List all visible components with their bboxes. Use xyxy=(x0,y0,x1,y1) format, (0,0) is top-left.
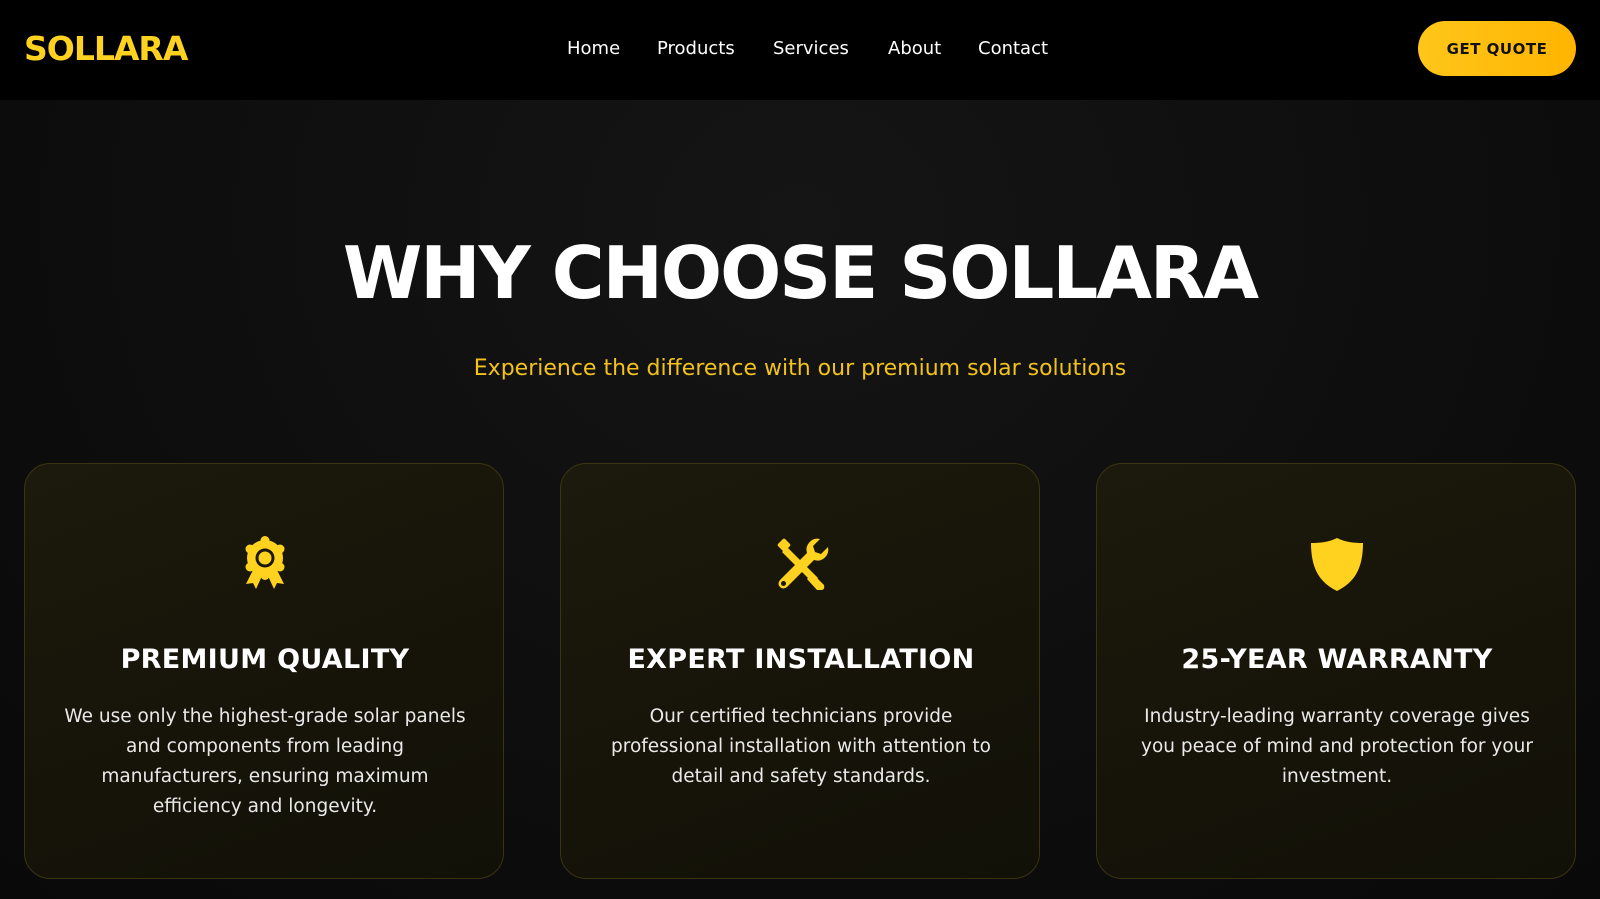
feature-description: We use only the highest-grade solar pane… xyxy=(64,706,466,817)
feature-description: Industry-leading warranty coverage gives… xyxy=(1141,706,1533,787)
nav-link-home[interactable]: Home xyxy=(567,36,620,62)
feature-title: 25-YEAR WARRANTY xyxy=(1181,644,1493,675)
nav-link-contact[interactable]: Contact xyxy=(978,36,1048,62)
feature-card-premium-quality: PREMIUM QUALITY We use only the highest-… xyxy=(24,463,504,879)
navbar: SOLLARA Home Products Services About Con… xyxy=(0,0,1600,100)
nav-link-about[interactable]: About xyxy=(888,36,941,62)
feature-description: Our certified technicians provide profes… xyxy=(611,706,991,787)
feature-title: PREMIUM QUALITY xyxy=(120,644,410,675)
award-icon xyxy=(235,534,295,594)
section-subheading: Experience the difference with our premi… xyxy=(473,356,1127,381)
get-quote-button[interactable]: GET QUOTE xyxy=(1418,21,1576,76)
section-heading: WHY CHOOSE SOLLARA xyxy=(342,231,1259,315)
nav-link-services[interactable]: Services xyxy=(773,36,849,62)
feature-title: EXPERT INSTALLATION xyxy=(627,644,975,675)
nav-links: Home Products Services About Contact xyxy=(0,36,1600,62)
shield-icon xyxy=(1307,534,1367,594)
tools-icon xyxy=(771,534,831,594)
feature-card-warranty: 25-YEAR WARRANTY Industry-leading warran… xyxy=(1096,463,1576,879)
feature-card-expert-installation: EXPERT INSTALLATION Our certified techni… xyxy=(560,463,1040,879)
nav-link-products[interactable]: Products xyxy=(657,36,735,62)
